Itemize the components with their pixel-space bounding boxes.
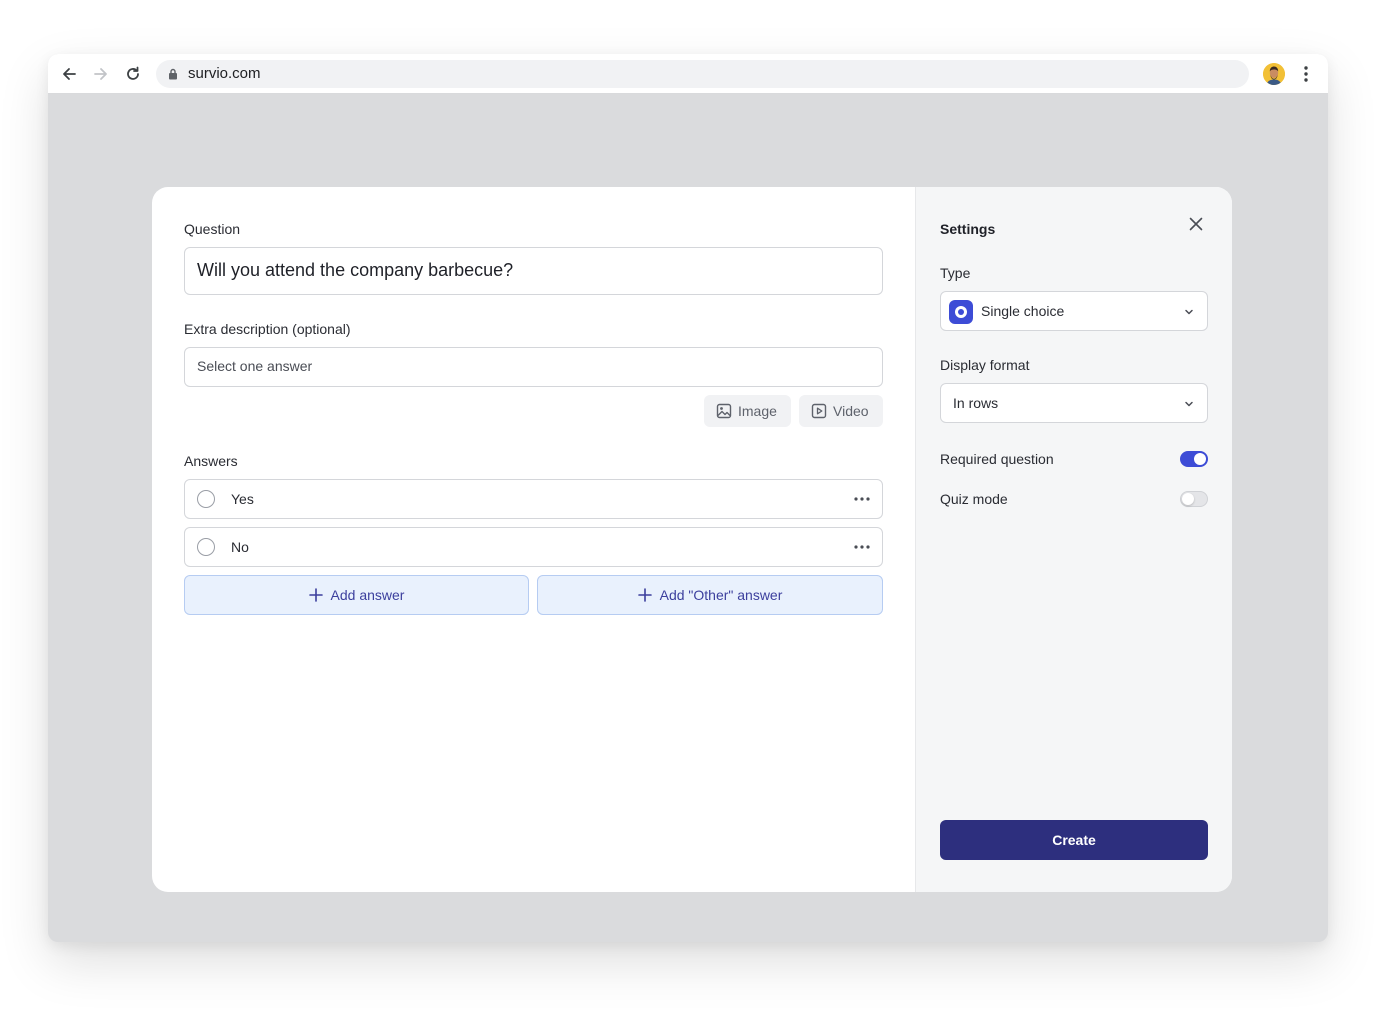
answer-row[interactable]: Yes (184, 479, 883, 519)
browser-toolbar: survio.com (48, 54, 1328, 94)
radio-icon (197, 538, 215, 556)
more-options-icon[interactable] (852, 490, 872, 508)
add-image-button[interactable]: Image (704, 395, 791, 427)
settings-title: Settings (940, 221, 996, 237)
close-icon[interactable] (1187, 215, 1205, 233)
add-video-button[interactable]: Video (799, 395, 883, 427)
forward-arrow-icon[interactable] (91, 64, 111, 84)
type-select[interactable]: Single choice (940, 291, 1208, 331)
answers-label: Answers (184, 453, 238, 469)
type-label: Type (940, 265, 971, 281)
plus-icon (308, 588, 323, 602)
question-input[interactable]: Will you attend the company barbecue? (184, 247, 883, 295)
browser-window: survio.com Question Will you attend the … (48, 54, 1328, 942)
toggle-knob (1182, 493, 1194, 505)
video-button-label: Video (833, 403, 869, 419)
add-answer-button[interactable]: Add answer (184, 575, 529, 615)
add-answer-label: Add answer (330, 587, 405, 603)
lock-icon (169, 68, 177, 80)
radio-icon (197, 490, 215, 508)
description-text: Select one answer (197, 358, 313, 374)
url-text: survio.com (188, 65, 261, 82)
toggle-knob (1194, 453, 1206, 465)
question-modal: Question Will you attend the company bar… (152, 187, 1232, 892)
add-other-answer-label: Add "Other" answer (659, 587, 783, 603)
answer-row[interactable]: No (184, 527, 883, 567)
more-options-icon[interactable] (852, 538, 872, 556)
image-icon (716, 403, 732, 419)
image-button-label: Image (738, 403, 777, 419)
video-icon (811, 403, 827, 419)
required-question-label: Required question (940, 451, 1054, 467)
question-label: Question (184, 221, 241, 237)
type-select-value: Single choice (981, 303, 1065, 319)
plus-icon (637, 588, 652, 602)
answer-text[interactable]: No (231, 539, 249, 555)
address-bar[interactable]: survio.com (156, 60, 1249, 88)
display-format-select[interactable]: In rows (940, 383, 1208, 423)
answer-text[interactable]: Yes (231, 491, 254, 507)
question-text: Will you attend the company barbecue? (197, 260, 514, 280)
create-button[interactable]: Create (940, 820, 1208, 860)
description-input[interactable]: Select one answer (184, 347, 883, 387)
add-other-answer-button[interactable]: Add "Other" answer (537, 575, 883, 615)
settings-panel: Settings Type Single choice Display form… (915, 187, 1232, 892)
single-choice-icon (949, 300, 973, 324)
user-avatar[interactable] (1263, 63, 1285, 85)
description-label: Extra description (optional) (184, 321, 351, 337)
chevron-down-icon (1185, 401, 1193, 407)
chevron-down-icon (1185, 309, 1193, 315)
display-format-label: Display format (940, 357, 1030, 373)
display-format-value: In rows (953, 395, 999, 411)
quiz-mode-label: Quiz mode (940, 491, 1008, 507)
quiz-mode-toggle[interactable] (1180, 491, 1208, 507)
required-question-toggle[interactable] (1180, 451, 1208, 467)
back-arrow-icon[interactable] (59, 64, 79, 84)
kebab-menu-icon[interactable] (1298, 64, 1314, 84)
reload-icon[interactable] (123, 64, 143, 84)
